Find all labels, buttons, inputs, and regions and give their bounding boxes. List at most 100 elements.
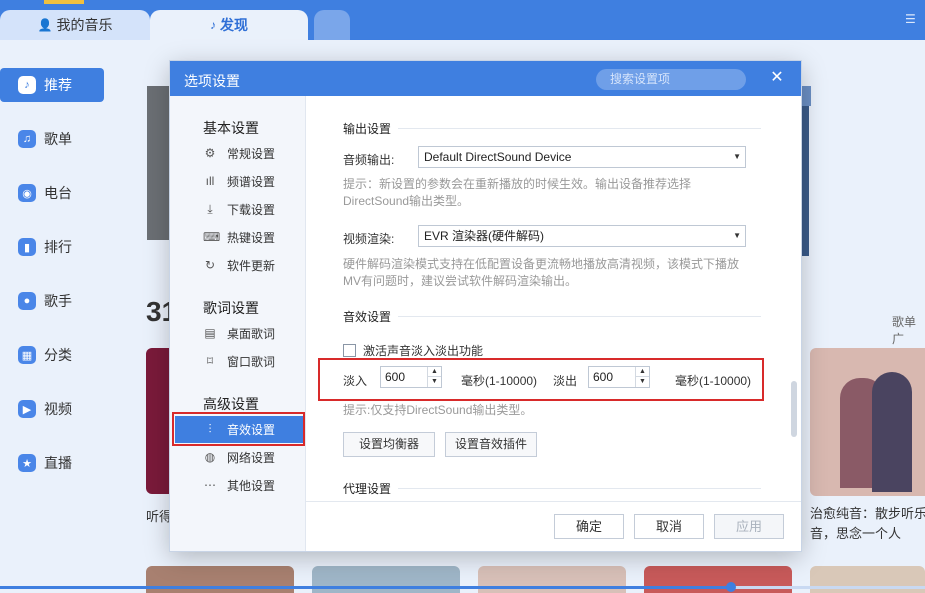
settings-sidebar: 基本设置 ⚙ 常规设置 ıll 频谱设置 ⤓ 下载设置 ⌨ 热键设置 ↻ 软件更… — [170, 96, 306, 551]
sidebar-item-categories[interactable]: ▦ 分类 — [0, 338, 104, 372]
spectrum-icon: ıll — [205, 174, 215, 188]
menu-icon[interactable]: ☰ — [905, 12, 925, 38]
sidebar-item-label: 歌单 — [44, 131, 72, 147]
cancel-button[interactable]: 取消 — [634, 514, 704, 539]
user-icon: ● — [18, 292, 36, 310]
section-title-output: 输出设置 — [343, 122, 392, 136]
banner-image[interactable] — [147, 86, 171, 240]
video-render-label: 视频渲染: — [343, 232, 395, 246]
apply-button[interactable]: 应用 — [714, 514, 784, 539]
globe-icon: ◍ — [204, 450, 216, 464]
chart-icon: ▮ — [18, 238, 36, 256]
more-icon: ⋯ — [204, 478, 216, 492]
tab-discover-label: 发现 — [220, 17, 248, 33]
grid-icon: ▦ — [18, 346, 36, 364]
equalizer-button[interactable]: 设置均衡器 — [343, 432, 435, 457]
stepper-up-icon[interactable]: ▲ — [427, 367, 441, 377]
close-icon[interactable]: ✕ — [768, 69, 786, 87]
tab-extra[interactable] — [314, 10, 350, 40]
sidebar-item-live[interactable]: ★ 直播 — [0, 446, 104, 480]
fade-checkbox-row[interactable]: 激活声音淡入淡出功能 — [343, 342, 483, 359]
sidebar-item-label: 排行 — [44, 239, 72, 255]
section-title-effects: 音效设置 — [343, 310, 392, 324]
sidebar-item-download[interactable]: ⤓ 下载设置 — [203, 199, 275, 219]
stepper-value: 600 — [593, 370, 614, 384]
sidebar-item-playlists[interactable]: ♫ 歌单 — [0, 122, 104, 156]
sidebar-item-label: 分类 — [44, 347, 72, 363]
video-render-select[interactable]: EVR 渲染器(硬件解码) ▼ — [418, 225, 746, 247]
caption-line: 治愈纯音：散步听乐 — [810, 506, 925, 521]
sidebar-item-sound-effects[interactable]: ⫶ 音效设置 — [175, 416, 303, 443]
tab-discover[interactable]: ♪ 发现 — [150, 10, 308, 40]
sidebar-item-recommend[interactable]: ♪ 推荐 — [0, 68, 104, 102]
effect-plugin-button[interactable]: 设置音效插件 — [445, 432, 537, 457]
ok-button[interactable]: 确定 — [554, 514, 624, 539]
sidebar-item-charts[interactable]: ▮ 排行 — [0, 230, 104, 264]
stepper-value: 600 — [385, 370, 406, 384]
sidebar-item-label: 直播 — [44, 455, 72, 471]
logo — [44, 0, 84, 4]
sidebar-item-label: 热键设置 — [227, 230, 276, 245]
desktop-lyrics-icon: ▤ — [204, 326, 216, 340]
sidebar-item-general[interactable]: ⚙ 常规设置 — [203, 143, 275, 163]
playlist-card-cover[interactable] — [810, 348, 925, 496]
sidebar-item-label: 视频 — [44, 401, 72, 417]
fade-out-label: 淡出 — [553, 374, 578, 388]
settings-content: 输出设置 音频输出: Default DirectSound Device ▼ … — [306, 96, 801, 501]
sidebar-item-desktop-lyrics[interactable]: ▤ 桌面歌词 — [203, 323, 275, 343]
options-dialog: 选项设置 ✕ 基本设置 ⚙ 常规设置 ıll 频谱设置 ⤓ 下载设置 ⌨ 热键设… — [170, 61, 801, 551]
sidebar-item-network[interactable]: ◍ 网络设置 — [203, 447, 275, 467]
group-title-advanced: 高级设置 — [203, 396, 259, 412]
playlist-card-caption[interactable]: 治愈纯音：散步听乐 音，思念一个人 — [810, 504, 925, 544]
dropdown-arrow-icon: ▼ — [733, 231, 741, 240]
sidebar-item-hotkeys[interactable]: ⌨ 热键设置 — [203, 227, 275, 247]
refresh-icon: ↻ — [204, 258, 216, 272]
sidebar-item-update[interactable]: ↻ 软件更新 — [203, 255, 275, 275]
divider — [398, 316, 761, 317]
stepper-down-icon[interactable]: ▼ — [427, 377, 441, 387]
playlist-link[interactable]: 歌单广 — [892, 313, 925, 347]
select-value: EVR 渲染器(硬件解码) — [424, 229, 545, 243]
playlist-card-caption[interactable]: 听得 — [146, 506, 172, 525]
fade-hint: 提示:仅支持DirectSound输出类型。 — [343, 403, 533, 417]
fade-in-label: 淡入 — [343, 374, 368, 388]
sidebar-item-artists[interactable]: ● 歌手 — [0, 284, 104, 318]
sidebar-item-radio[interactable]: ◉ 电台 — [0, 176, 104, 210]
divider — [398, 488, 761, 489]
sidebar: ♪ 推荐 ♫ 歌单 ◉ 电台 ▮ 排行 ● 歌手 ▦ 分类 ▶ 视频 ★ 直播 — [0, 40, 112, 593]
download-icon: ⤓ — [207, 201, 213, 216]
keyboard-icon: ⌨ — [203, 230, 221, 244]
fade-in-stepper[interactable]: 600 ▲ ▼ — [380, 366, 442, 388]
sidebar-item-label: 常规设置 — [227, 146, 276, 161]
sidebar-item-label: 频谱设置 — [227, 174, 276, 189]
dropdown-arrow-icon: ▼ — [733, 152, 741, 161]
sidebar-item-label: 窗口歌词 — [227, 354, 276, 369]
playback-progress-handle[interactable] — [725, 582, 736, 592]
dialog-footer: 确定 取消 应用 — [306, 501, 801, 551]
scrollbar-thumb[interactable] — [791, 381, 797, 437]
fade-out-unit: 毫秒(1-10000) — [675, 374, 752, 388]
window-icon: ⌑ — [206, 354, 214, 368]
fade-out-stepper[interactable]: 600 ▲ ▼ — [588, 366, 650, 388]
banner-image[interactable] — [801, 86, 809, 256]
banner-image-detail — [801, 86, 811, 106]
tab-my-music[interactable]: 👤 我的音乐 — [0, 10, 150, 40]
sidebar-item-spectrum[interactable]: ıll 频谱设置 — [203, 171, 275, 191]
sidebar-item-label: 电台 — [44, 185, 72, 201]
sidebar-item-video[interactable]: ▶ 视频 — [0, 392, 104, 426]
audio-output-select[interactable]: Default DirectSound Device ▼ — [418, 146, 746, 168]
fade-checkbox[interactable] — [343, 344, 356, 357]
fade-checkbox-label: 激活声音淡入淡出功能 — [363, 344, 484, 358]
playlist-icon: ♫ — [18, 130, 36, 148]
sidebar-item-label: 软件更新 — [227, 258, 276, 273]
sidebar-item-label: 歌手 — [44, 293, 72, 309]
sidebar-item-other[interactable]: ⋯ 其他设置 — [203, 475, 275, 495]
sidebar-item-window-lyrics[interactable]: ⌑ 窗口歌词 — [203, 351, 275, 371]
gear-icon: ⚙ — [204, 146, 216, 160]
stepper-down-icon[interactable]: ▼ — [635, 377, 649, 387]
stepper-up-icon[interactable]: ▲ — [635, 367, 649, 377]
equalizer-icon: ⫶ — [208, 422, 212, 436]
playlist-card-cover[interactable] — [146, 348, 171, 494]
settings-search-input[interactable] — [596, 69, 746, 90]
divider — [398, 128, 761, 129]
